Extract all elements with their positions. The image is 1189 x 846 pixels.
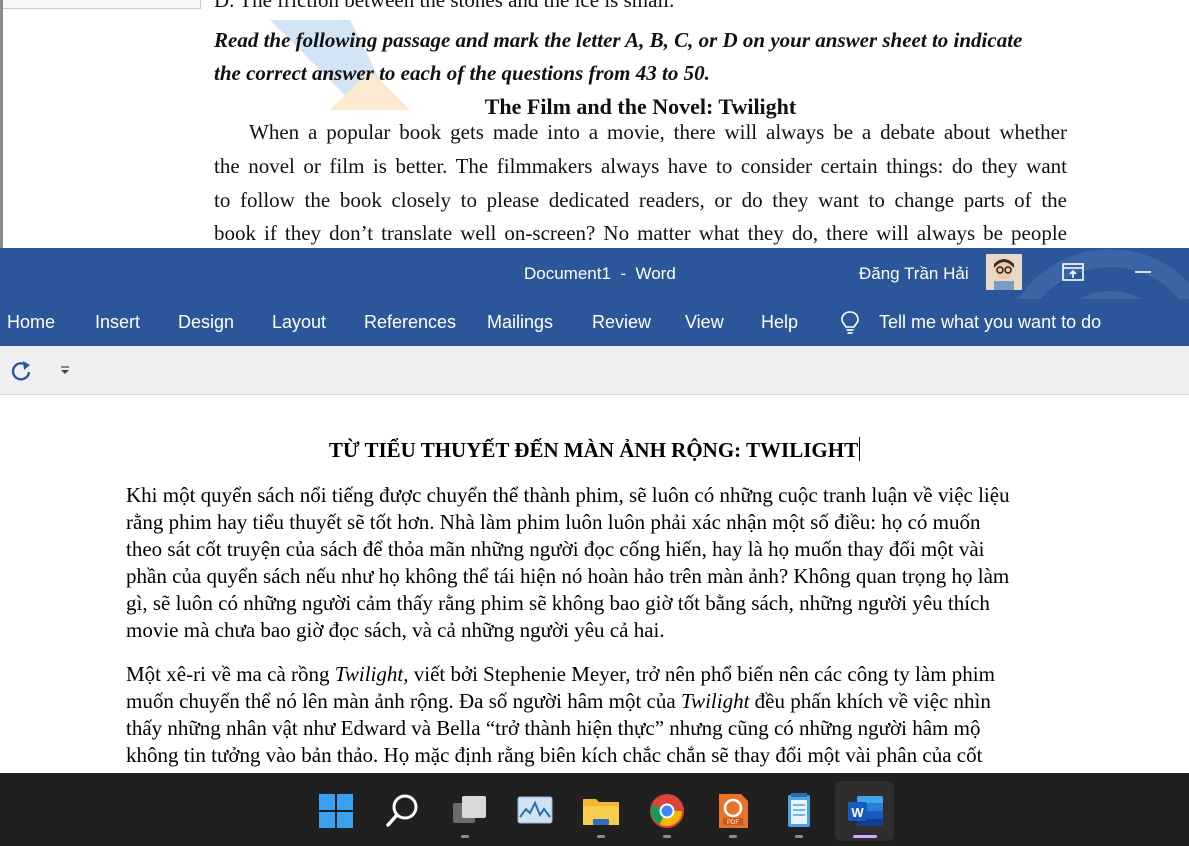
background-para-line: book if they don’t translate well on-scr… <box>214 221 1067 245</box>
chrome-icon[interactable] <box>647 791 687 831</box>
background-window-tab <box>0 0 201 9</box>
paragraph-1-line: gì, sẽ luôn có những người cảm thấy rằng… <box>126 591 990 615</box>
paragraph-2-line: Một xê-ri về ma cà rồng Twilight, viết b… <box>126 662 995 686</box>
tab-mailings[interactable]: Mailings <box>487 312 553 333</box>
tab-design[interactable]: Design <box>178 312 234 333</box>
search-icon[interactable] <box>383 791 423 831</box>
photos-icon[interactable] <box>515 791 555 831</box>
tab-review[interactable]: Review <box>592 312 651 333</box>
svg-text:PDF: PDF <box>727 820 739 826</box>
background-para-line: the novel or film is better. The filmmak… <box>214 154 1067 178</box>
running-indicator <box>729 835 737 838</box>
windows-start-icon[interactable] <box>316 791 356 831</box>
running-indicator <box>795 835 803 838</box>
tab-view[interactable]: View <box>685 312 724 333</box>
background-para-line: to follow the book closely to please ded… <box>214 188 1067 212</box>
background-window-edge <box>0 0 3 248</box>
tab-home[interactable]: Home <box>7 312 55 333</box>
active-indicator <box>853 835 877 838</box>
paragraph-1-line: movie mà chưa bao giờ đọc sách, và cả nh… <box>126 618 665 642</box>
tab-insert[interactable]: Insert <box>95 312 140 333</box>
tab-references[interactable]: References <box>364 312 456 333</box>
document-title: Document1 - Word <box>524 264 676 283</box>
paragraph-1-line: theo sát cốt truyện của sách để thỏa mãn… <box>126 537 985 561</box>
running-indicator <box>461 835 469 838</box>
svg-text:W: W <box>851 805 864 820</box>
document-heading: TỪ TIỂU THUYẾT ĐẾN MÀN ẢNH RỘNG: TWILIGH… <box>328 437 861 462</box>
background-passage-title: The Film and the Novel: Twilight <box>484 94 797 119</box>
word-icon[interactable]: W <box>845 791 885 831</box>
notepad-icon[interactable] <box>779 791 819 831</box>
paragraph-1-line: rằng phim hay tiểu thuyết sẽ tốt hơn. Nh… <box>126 510 981 534</box>
ribbon-tabs: Home Insert Design Layout References Mai… <box>0 299 1189 346</box>
lightbulb-icon[interactable] <box>838 309 862 337</box>
word-title-bar: Document1 - Word Đăng Trần Hải <box>0 248 1189 346</box>
running-indicator <box>597 835 605 838</box>
background-instruction-line-2: the correct answer to each of the questi… <box>214 61 710 85</box>
paragraph-2-line: thấy những nhân vật như Edward và Bella … <box>126 716 981 740</box>
task-view-icon[interactable] <box>449 791 489 831</box>
file-explorer-icon[interactable] <box>581 791 621 831</box>
paragraph-2-line: không tin tưởng vào bản thảo. Họ mặc địn… <box>126 743 983 767</box>
running-indicator <box>663 835 671 838</box>
pdf-reader-icon[interactable]: PDF <box>713 791 753 831</box>
background-cut-line: D. The friction between the stones and t… <box>214 0 675 12</box>
background-para-line: When a popular book gets made into a mov… <box>249 120 1067 144</box>
taskbar: PDF W <box>0 773 1189 846</box>
paragraph-1-line: phần của quyển sách nếu như họ không thể… <box>126 564 1010 588</box>
tell-me-search[interactable]: Tell me what you want to do <box>879 312 1101 333</box>
paragraph-1-line: Khi một quyển sách nổi tiếng được chuyển… <box>126 483 1010 507</box>
avatar[interactable] <box>986 254 1022 290</box>
paragraph-2-line: muốn chuyển thể nó lên màn ảnh rộng. Đa … <box>126 689 991 713</box>
background-instruction-line-1: Read the following passage and mark the … <box>214 28 1023 52</box>
tab-help[interactable]: Help <box>761 312 798 333</box>
quick-access-toolbar <box>0 346 1189 395</box>
ribbon-display-options-icon[interactable] <box>1060 260 1086 284</box>
repeat-icon[interactable] <box>8 358 34 384</box>
tab-layout[interactable]: Layout <box>272 312 326 333</box>
background-document: D. The friction between the stones and t… <box>0 0 1189 248</box>
customize-toolbar-dropdown-icon[interactable] <box>58 364 72 376</box>
document-page[interactable]: TỪ TIỂU THUYẾT ĐẾN MÀN ẢNH RỘNG: TWILIGH… <box>0 395 1189 773</box>
text-caret <box>859 437 861 461</box>
minimize-icon[interactable] <box>1130 260 1156 284</box>
account-name[interactable]: Đăng Trần Hải <box>859 264 969 284</box>
